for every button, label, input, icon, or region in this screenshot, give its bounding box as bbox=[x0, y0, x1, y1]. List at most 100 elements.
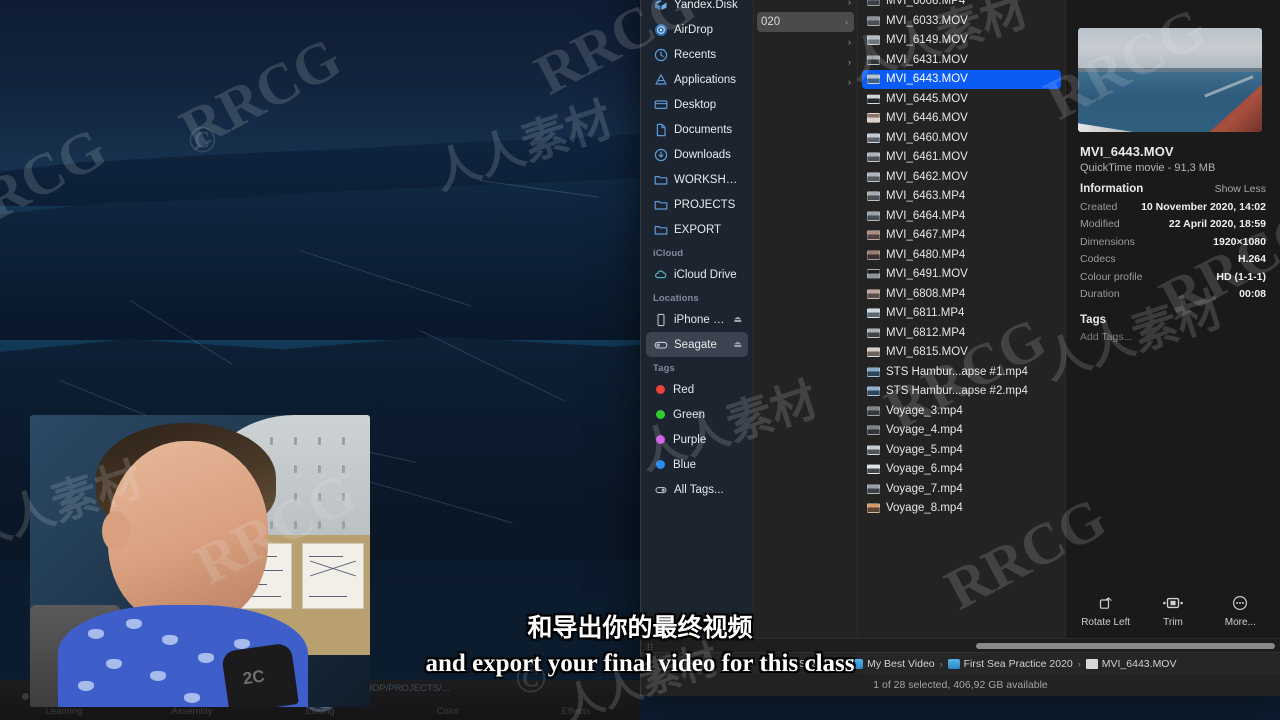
breadcrumb-item-file[interactable]: MVI_6443.MOV bbox=[1085, 658, 1176, 670]
video-thumbnail-icon bbox=[867, 210, 880, 221]
file-row[interactable]: MVI_6480.MP4 bbox=[862, 245, 1061, 265]
sidebar-item-label: EXPORT bbox=[674, 223, 722, 236]
resize-grip-icon[interactable]: ⁞⁞ bbox=[647, 642, 654, 652]
trim-button[interactable]: Trim bbox=[1139, 594, 1206, 628]
file-row[interactable]: Voyage_5.mp4 bbox=[862, 440, 1061, 460]
show-less-button[interactable]: Show Less bbox=[1215, 183, 1266, 195]
sidebar-item-iphone[interactable]: iPhone S... ⏏ bbox=[646, 307, 748, 332]
sidebar-item-recents[interactable]: Recents bbox=[646, 42, 748, 67]
file-row[interactable]: MVI_6467.MP4 bbox=[862, 226, 1061, 246]
file-row[interactable]: MVI_6460.MOV bbox=[862, 128, 1061, 148]
sidebar-item-workshop[interactable]: WORKSHOP bbox=[646, 167, 748, 192]
sidebar-item-tag-blue[interactable]: Blue bbox=[646, 452, 748, 477]
finder-sidebar[interactable]: Favourites Yandex.Disk AirDrop Recents A… bbox=[641, 0, 753, 638]
file-row[interactable]: MVI_6808.MP4 bbox=[862, 284, 1061, 304]
folder-row[interactable]: › bbox=[754, 32, 857, 52]
tab-editing[interactable]: Editing bbox=[256, 706, 384, 717]
sidebar-item-yandex-disk[interactable]: Yandex.Disk bbox=[646, 0, 748, 17]
video-thumbnail-icon bbox=[867, 171, 880, 182]
file-row[interactable]: Voyage_8.mp4 bbox=[862, 499, 1061, 519]
sidebar-item-icloud-drive[interactable]: iCloud Drive bbox=[646, 262, 748, 287]
file-row[interactable]: MVI_6431.MOV bbox=[862, 50, 1061, 70]
file-row[interactable]: MVI_6445.MOV bbox=[862, 89, 1061, 109]
video-thumbnail-icon bbox=[867, 249, 880, 260]
tag-dot-icon bbox=[656, 435, 665, 444]
sidebar-item-label: Seagate bbox=[674, 338, 717, 351]
breadcrumb-item-my-best-video[interactable]: My Best Video bbox=[851, 658, 935, 670]
preview-thumbnail bbox=[1078, 28, 1262, 132]
info-value: 00:08 bbox=[1239, 288, 1266, 300]
sidebar-item-tag-purple[interactable]: Purple bbox=[646, 427, 748, 452]
all-tags-icon bbox=[654, 483, 668, 497]
tab-color[interactable]: Color bbox=[384, 706, 512, 717]
sidebar-item-projects[interactable]: PROJECTS bbox=[646, 192, 748, 217]
file-row[interactable]: MVI_6491.MOV bbox=[862, 265, 1061, 285]
chevron-right-icon: › bbox=[848, 37, 851, 47]
file-row[interactable]: MVI_6461.MOV bbox=[862, 148, 1061, 168]
file-row[interactable]: MVI_6464.MP4 bbox=[862, 206, 1061, 226]
more-button[interactable]: More... bbox=[1207, 594, 1274, 628]
video-thumbnail-icon bbox=[867, 0, 880, 7]
file-row[interactable]: STS Hambur...apse #1.mp4 bbox=[862, 362, 1061, 382]
information-header-row: Information Show Less bbox=[1080, 183, 1266, 195]
file-row[interactable]: Voyage_6.mp4 bbox=[862, 460, 1061, 480]
sidebar-item-all-tags[interactable]: All Tags... bbox=[646, 477, 748, 502]
cloud-icon bbox=[654, 268, 668, 282]
breadcrumb-item-first-sea-practice-2020[interactable]: First Sea Practice 2020 bbox=[947, 658, 1073, 670]
file-row-selected[interactable]: MVI_6443.MOV bbox=[862, 69, 1061, 89]
file-row[interactable]: MVI_6812.MP4 bbox=[862, 323, 1061, 343]
file-row[interactable]: MVI_6033.MOV bbox=[862, 11, 1061, 31]
tag-dot-icon bbox=[656, 410, 665, 419]
breadcrumb-item-seagate[interactable]: Seagate bbox=[783, 658, 838, 670]
sidebar-item-label: All Tags... bbox=[674, 483, 724, 496]
sidebar-item-desktop[interactable]: Desktop bbox=[646, 92, 748, 117]
folder-row[interactable]: › bbox=[754, 0, 857, 12]
add-tags-field[interactable]: Add Tags... bbox=[1080, 331, 1266, 343]
folder-row[interactable]: › bbox=[754, 72, 857, 92]
sidebar-item-airdrop[interactable]: AirDrop bbox=[646, 17, 748, 42]
sidebar-item-label: Desktop bbox=[674, 98, 717, 111]
file-row[interactable]: MVI_6462.MOV bbox=[862, 167, 1061, 187]
sidebar-item-documents[interactable]: Documents bbox=[646, 117, 748, 142]
info-key: Colour profile bbox=[1080, 270, 1143, 283]
horizontal-scrollbar[interactable]: ⁞⁞ bbox=[641, 638, 1280, 652]
eject-icon[interactable]: ⏏ bbox=[733, 339, 742, 350]
finder-file-list[interactable]: iPhone›MVI_6008.MP4MVI_6033.MOVMVI_6149.… bbox=[857, 0, 1065, 638]
file-row[interactable]: Voyage_3.mp4 bbox=[862, 401, 1061, 421]
sidebar-item-tag-green[interactable]: Green bbox=[646, 402, 748, 427]
file-row[interactable]: MVI_6149.MOV bbox=[862, 31, 1061, 51]
file-row[interactable]: MVI_6008.MP4 bbox=[862, 0, 1061, 11]
tag-dot-icon bbox=[656, 385, 665, 394]
file-name: MVI_6480.MP4 bbox=[886, 248, 966, 261]
folder-row[interactable]: › bbox=[754, 52, 857, 72]
video-thumbnail-icon bbox=[867, 308, 880, 319]
file-name: MVI_6463.MP4 bbox=[886, 190, 966, 203]
sidebar-item-seagate[interactable]: Seagate ⏏ bbox=[646, 332, 748, 357]
rotate-left-button[interactable]: Rotate Left bbox=[1072, 594, 1139, 628]
sidebar-item-applications[interactable]: Applications bbox=[646, 67, 748, 92]
video-thumbnail-icon bbox=[867, 464, 880, 475]
file-row[interactable]: MVI_6446.MOV bbox=[862, 109, 1061, 129]
file-row[interactable]: STS Hambur...apse #2.mp4 bbox=[862, 382, 1061, 402]
video-thumbnail-icon bbox=[867, 366, 880, 377]
tab-effects[interactable]: Effects bbox=[512, 706, 640, 717]
tab-assembly[interactable]: Assembly bbox=[128, 706, 256, 717]
sidebar-item-tag-red[interactable]: Red bbox=[646, 377, 748, 402]
info-value: 10 November 2020, 14:02 bbox=[1141, 200, 1266, 213]
sidebar-item-downloads[interactable]: Downloads bbox=[646, 142, 748, 167]
file-row[interactable]: MVI_6811.MP4 bbox=[862, 304, 1061, 324]
breadcrumb[interactable]: Seagate › My Best Video › First Sea Prac… bbox=[641, 652, 1280, 674]
finder-folder-column[interactable]: › › 020 › › › › bbox=[753, 0, 857, 638]
eject-icon[interactable]: ⏏ bbox=[733, 314, 742, 325]
tab-learning[interactable]: Learning bbox=[0, 706, 128, 717]
rotate-left-icon bbox=[1098, 594, 1114, 612]
file-row[interactable]: Voyage_4.mp4 bbox=[862, 421, 1061, 441]
file-row[interactable]: MVI_6463.MP4 bbox=[862, 187, 1061, 207]
breadcrumb-separator: › bbox=[1077, 658, 1081, 669]
file-row[interactable]: MVI_6815.MOV bbox=[862, 343, 1061, 363]
file-row[interactable]: Voyage_7.mp4 bbox=[862, 479, 1061, 499]
sidebar-item-label: Documents bbox=[674, 123, 733, 136]
sidebar-item-export[interactable]: EXPORT bbox=[646, 217, 748, 242]
folder-row-selected[interactable]: 020 › bbox=[757, 12, 854, 32]
scrollbar-thumb[interactable] bbox=[976, 643, 1275, 649]
